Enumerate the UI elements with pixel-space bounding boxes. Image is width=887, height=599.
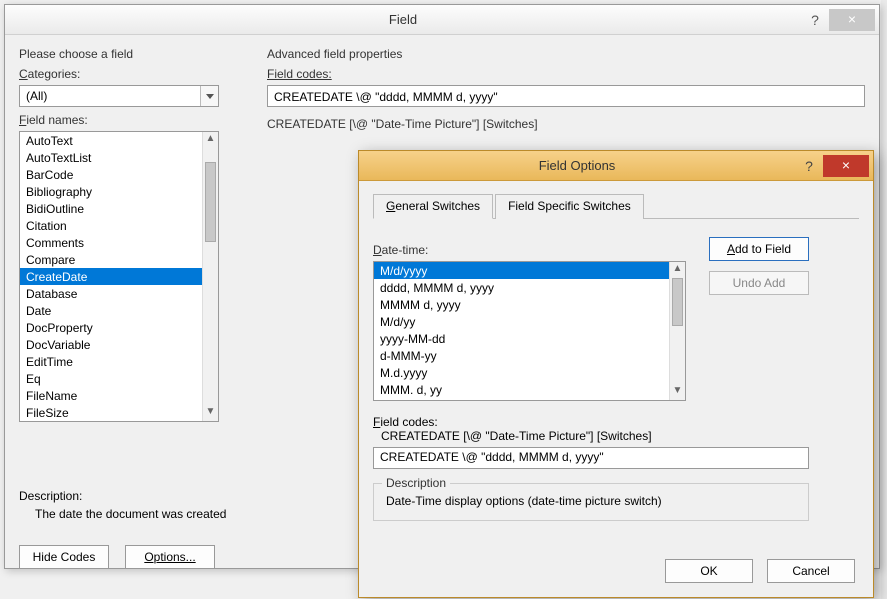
options-right: Add to Field Undo Add — [709, 237, 873, 295]
syntax-hint: CREATEDATE [\@ "Date-Time Picture"] [Swi… — [267, 117, 865, 131]
description-body: Date-Time display options (date-time pic… — [386, 494, 796, 508]
scroll-track[interactable] — [670, 278, 685, 384]
options-left: Date-time: M/d/yyyydddd, MMMM d, yyyyMMM… — [373, 237, 693, 521]
scroll-thumb[interactable] — [205, 162, 216, 242]
description-text: The date the document was created — [19, 507, 226, 521]
description-fieldset: Description Date-Time display options (d… — [373, 483, 809, 521]
field-options-dialog: Field Options ? × General Switches Field… — [358, 150, 874, 598]
description-label: Description: — [19, 489, 226, 503]
field-dialog-body: Please choose a field Categories: (All) … — [5, 35, 879, 59]
options-syntax-hint: CREATEDATE [\@ "Date-Time Picture"] [Swi… — [381, 429, 652, 443]
description-block: Description: The date the document was c… — [19, 489, 226, 521]
window-edge — [881, 0, 887, 599]
scroll-up-icon[interactable]: ▲ — [670, 262, 685, 278]
options-body: General Switches Field Specific Switches… — [359, 181, 873, 597]
date-time-item[interactable]: yyyy-MM-dd — [374, 330, 669, 347]
categories-combo-value: (All) — [20, 89, 200, 103]
date-time-label: Date-time: — [373, 243, 693, 257]
field-name-item[interactable]: FileName — [20, 387, 202, 404]
field-right-column: Advanced field properties Field codes: C… — [267, 47, 865, 135]
field-codes-label: Field codes: — [267, 67, 865, 81]
date-time-listbox[interactable]: M/d/yyyydddd, MMMM d, yyyyMMMM d, yyyyM/… — [373, 261, 686, 401]
options-field-codes-input[interactable]: CREATEDATE \@ "dddd, MMMM d, yyyy" — [373, 447, 809, 469]
field-codes-input[interactable]: CREATEDATE \@ "dddd, MMMM d, yyyy" — [267, 85, 865, 107]
options-dialog-title: Field Options — [359, 158, 795, 173]
options-titlebar[interactable]: Field Options ? × — [359, 151, 873, 181]
scroll-down-icon[interactable]: ▼ — [670, 384, 685, 400]
date-time-item[interactable]: M/d/yy — [374, 313, 669, 330]
field-titlebar[interactable]: Field ? × — [5, 5, 879, 35]
categories-combo[interactable]: (All) — [19, 85, 219, 107]
date-time-item[interactable]: M/d/yyyy — [374, 262, 669, 279]
help-icon[interactable]: ? — [801, 12, 829, 28]
field-name-item[interactable]: FileSize — [20, 404, 202, 421]
field-name-item[interactable]: Bibliography — [20, 183, 202, 200]
scroll-up-icon[interactable]: ▲ — [203, 132, 218, 148]
add-to-field-button[interactable]: Add to Field — [709, 237, 809, 261]
close-icon[interactable]: × — [823, 155, 869, 177]
help-icon[interactable]: ? — [795, 158, 823, 174]
field-name-item[interactable]: AutoTextList — [20, 149, 202, 166]
field-name-item[interactable]: DocVariable — [20, 336, 202, 353]
field-name-item[interactable]: Database — [20, 285, 202, 302]
undo-add-button: Undo Add — [709, 271, 809, 295]
chevron-down-icon[interactable] — [200, 86, 218, 106]
scroll-thumb[interactable] — [672, 278, 683, 326]
field-bottom-buttons: Hide Codes Options... — [19, 545, 215, 569]
field-name-item[interactable]: EditTime — [20, 353, 202, 370]
field-name-item[interactable]: DocProperty — [20, 319, 202, 336]
field-names-label: Field names: — [19, 113, 244, 127]
description-legend: Description — [382, 476, 450, 490]
hide-codes-button[interactable]: Hide Codes — [19, 545, 109, 569]
scrollbar[interactable]: ▲ ▼ — [202, 132, 218, 421]
scroll-down-icon[interactable]: ▼ — [203, 405, 218, 421]
options-tabs: General Switches Field Specific Switches — [373, 193, 859, 219]
field-name-item[interactable]: Eq — [20, 370, 202, 387]
field-name-item[interactable]: Citation — [20, 217, 202, 234]
fc-row: Field codes: CREATEDATE [\@ "Date-Time P… — [373, 415, 693, 469]
field-dialog-title: Field — [5, 12, 801, 27]
tab-field-specific-switches[interactable]: Field Specific Switches — [495, 194, 644, 219]
close-icon[interactable]: × — [829, 9, 875, 31]
scrollbar[interactable]: ▲ ▼ — [669, 262, 685, 400]
date-time-item[interactable]: dddd, MMMM d, yyyy — [374, 279, 669, 296]
ok-cancel-row: OK Cancel — [665, 559, 855, 583]
field-left-column: Please choose a field Categories: (All) … — [19, 47, 244, 422]
choose-field-label: Please choose a field — [19, 47, 244, 61]
field-name-item[interactable]: AutoText — [20, 132, 202, 149]
ok-button[interactable]: OK — [665, 559, 753, 583]
field-name-item[interactable]: BarCode — [20, 166, 202, 183]
field-name-item[interactable]: Comments — [20, 234, 202, 251]
date-time-item[interactable]: M.d.yyyy — [374, 364, 669, 381]
categories-label: Categories: — [19, 67, 244, 81]
tab-general-switches[interactable]: General Switches — [373, 194, 493, 219]
field-name-item[interactable]: BidiOutline — [20, 200, 202, 217]
options-field-codes-label: Field codes: — [373, 415, 438, 429]
field-name-item[interactable]: CreateDate — [20, 268, 202, 285]
advanced-label: Advanced field properties — [267, 47, 865, 61]
date-time-item[interactable]: MMM. d, yy — [374, 381, 669, 398]
scroll-track[interactable] — [203, 148, 218, 405]
field-name-item[interactable]: Date — [20, 302, 202, 319]
date-time-item[interactable]: MMMM d, yyyy — [374, 296, 669, 313]
field-name-item[interactable]: Compare — [20, 251, 202, 268]
options-button[interactable]: Options... — [125, 545, 215, 569]
cancel-button[interactable]: Cancel — [767, 559, 855, 583]
field-names-listbox[interactable]: AutoTextAutoTextListBarCodeBibliographyB… — [19, 131, 219, 422]
date-time-item[interactable]: d-MMM-yy — [374, 347, 669, 364]
